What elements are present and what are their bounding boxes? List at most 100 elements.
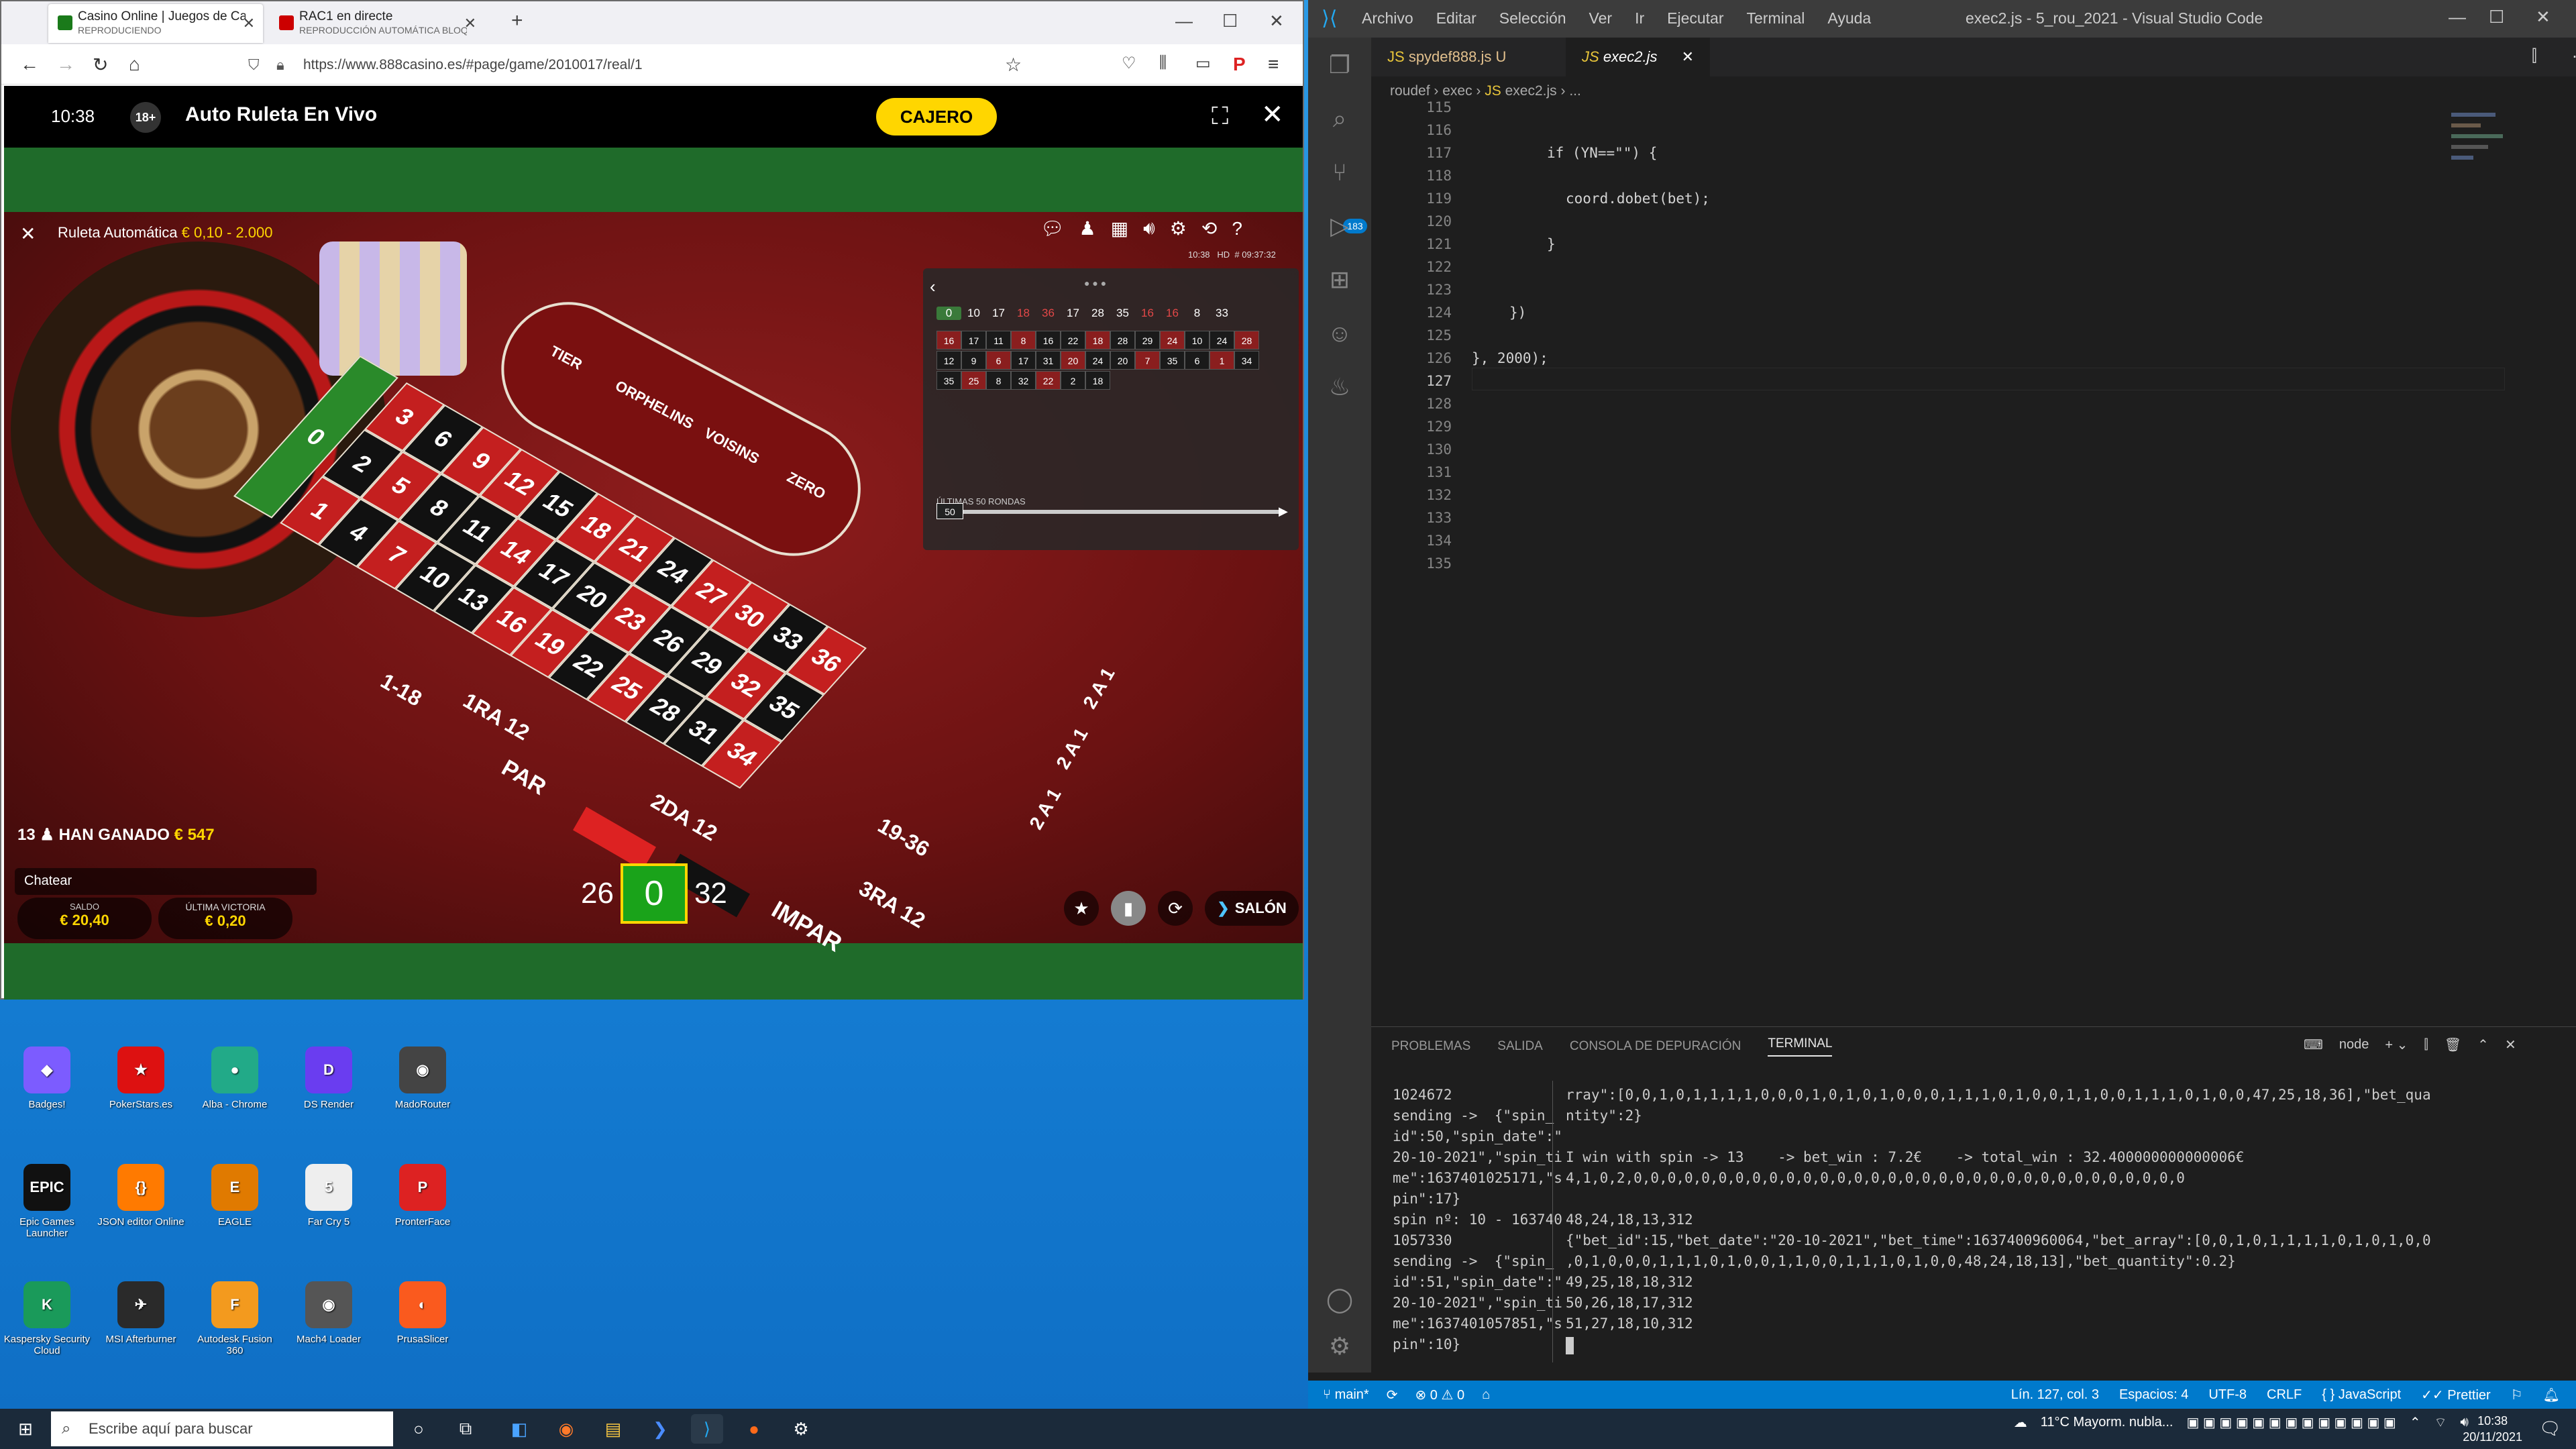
close-overlay-icon[interactable]: ✕ [20, 223, 36, 245]
desktop-icon[interactable]: P PronterFace [376, 1164, 470, 1228]
tab-spydef888[interactable]: JS spydef888.js U [1371, 38, 1522, 76]
stats-icon[interactable]: ▮ [1111, 891, 1146, 926]
menu-item[interactable]: Ayuda [1827, 9, 1871, 28]
file-explorer-icon[interactable]: ▤ [597, 1414, 629, 1444]
racetrack-zero[interactable]: ZERO [784, 468, 828, 503]
back-icon[interactable]: ← [20, 54, 39, 75]
menu-item[interactable]: Ir [1635, 9, 1644, 28]
help-icon[interactable]: ? [1232, 218, 1242, 239]
run-debug-icon[interactable]: ▷ [1324, 212, 1355, 243]
feedback-icon[interactable]: ⚐ [2511, 1387, 2523, 1403]
trash-icon[interactable]: 🗑︎ [2445, 1036, 2461, 1053]
menu-item[interactable]: Terminal [1747, 9, 1805, 28]
home-icon[interactable]: ⌂ [129, 54, 140, 75]
desktop-icon[interactable]: F Autodesk Fusion 360 [188, 1281, 282, 1356]
maximize-button[interactable]: ☐ [2489, 7, 2504, 28]
tray-apps-icon[interactable]: ▣ ▣ ▣ ▣ ▣ ▣ ▣ ▣ ▣ ▣ ▣ ▣ ▣ [2186, 1414, 2396, 1431]
chat-icon[interactable]: 💬︎ [1040, 217, 1065, 239]
problems-status[interactable]: ⊗ 0 ⚠ 0 [1415, 1387, 1464, 1403]
menu-item[interactable]: Selección [1499, 9, 1566, 28]
hidden-icons-icon[interactable]: ⌃ [2410, 1414, 2421, 1431]
desktop-icon[interactable]: ● Alba - Chrome [188, 1046, 282, 1110]
weather-icon[interactable]: ☁ [2014, 1414, 2027, 1431]
split-terminal-icon[interactable]: ⫿ [2424, 1037, 2428, 1053]
indent-setting[interactable]: Espacios: 4 [2119, 1387, 2188, 1403]
tab-casino[interactable]: Casino Online | Juegos de Casin REPRODUC… [48, 4, 263, 43]
notification-center-icon[interactable]: 🗨︎ [2539, 1418, 2561, 1439]
close-window-button[interactable]: ✕ [1269, 11, 1284, 32]
maximize-panel-icon[interactable]: ⌃ [2477, 1036, 2489, 1053]
url-field[interactable]: https://www.888casino.es/#page/game/2010… [243, 51, 1048, 79]
desktop-icon[interactable]: ◐ PrusaSlicer [376, 1281, 470, 1345]
menu-item[interactable]: Editar [1436, 9, 1477, 28]
repeat-bet-icon[interactable]: ⟳ [1158, 891, 1193, 926]
menu-item[interactable]: Archivo [1362, 9, 1413, 28]
close-tab-icon[interactable]: ✕ [1682, 48, 1694, 65]
tab-exec2[interactable]: JS exec2.js ✕ [1566, 38, 1711, 76]
minimap[interactable] [2445, 106, 2518, 307]
language-mode[interactable]: { } JavaScript [2322, 1387, 2401, 1403]
explorer-icon[interactable]: ❐ [1324, 51, 1355, 82]
maximize-button[interactable]: ☐ [1222, 11, 1238, 32]
network-icon[interactable]: ⌔ [2434, 1414, 2447, 1431]
taskbar-search[interactable]: Escribe aquí para buscar [51, 1411, 393, 1446]
prettier-status[interactable]: ✓✓ Prettier [2421, 1387, 2491, 1403]
minimize-button[interactable]: — [1175, 11, 1193, 32]
sync-icon[interactable]: ⟳ [1387, 1387, 1398, 1403]
panel-tab[interactable]: CONSOLA DE DEPURACIÓN [1570, 1039, 1741, 1054]
more-actions-icon[interactable]: ⋯ [2572, 47, 2576, 66]
library-icon[interactable]: ⫼ [1159, 54, 1167, 72]
minimize-button[interactable]: — [2449, 7, 2466, 28]
reload-icon[interactable]: ↻ [93, 54, 108, 76]
search-icon[interactable]: ⌕ [1324, 105, 1355, 136]
code-editor[interactable]: 115 116 117 if (YN=="") {118 119 coord.dobet(… [1371, 99, 2576, 1025]
menu-item[interactable]: Ejecutar [1667, 9, 1723, 28]
desktop-icon[interactable]: ◆ Badges! [0, 1046, 94, 1110]
split-editor-icon[interactable]: ⫿ [2532, 47, 2537, 66]
sidebar-icon[interactable]: ▭ [1195, 54, 1211, 73]
desktop-icon[interactable]: K Kaspersky Security Cloud [0, 1281, 94, 1356]
desktop-icon[interactable]: ◉ MadoRouter [376, 1046, 470, 1110]
source-control-icon[interactable]: ⑂ [1324, 158, 1355, 189]
desktop-icon[interactable]: EPIC Epic Games Launcher [0, 1164, 94, 1239]
desktop-icon[interactable]: 5 Far Cry 5 [282, 1164, 376, 1228]
desktop-icon[interactable]: D DS Render [282, 1046, 376, 1110]
chat-input[interactable]: Chatear [15, 868, 317, 895]
desktop-icon[interactable]: ◉ Mach4 Loader [282, 1281, 376, 1345]
tab-rac1[interactable]: RAC1 en directe REPRODUCCIÓN AUTOMÁTICA … [270, 4, 484, 43]
new-tab-button[interactable]: + [511, 9, 523, 32]
page-dots[interactable]: ● ● ● [1084, 278, 1106, 288]
task-view-icon[interactable]: ⧉ [449, 1414, 482, 1444]
close-panel-icon[interactable]: ✕ [2505, 1036, 2516, 1053]
menu-item[interactable]: Ver [1589, 9, 1613, 28]
crumb-exec[interactable]: exec [1442, 83, 1472, 99]
racetrack-tier[interactable]: TIER [547, 342, 585, 373]
shell-selector[interactable]: node [2339, 1037, 2369, 1053]
crumb-roudef[interactable]: roudef [1390, 83, 1430, 99]
history-back-icon[interactable]: ‹ [930, 276, 936, 297]
favorite-icon[interactable]: ★ [1064, 891, 1099, 926]
close-game-icon[interactable]: ✕ [1261, 99, 1284, 130]
terminal-output-right[interactable]: rray":[0,0,1,0,1,1,1,1,0,0,0,1,0,1,0,1,0… [1566, 1085, 2431, 1334]
firefox-icon[interactable]: ◉ [550, 1414, 582, 1444]
vscode-icon[interactable]: ⟩ [691, 1414, 723, 1444]
settings-icon[interactable]: ⚙ [785, 1414, 817, 1444]
cashier-button[interactable]: CAJERO [876, 98, 997, 136]
crumb-more[interactable]: ... [1569, 83, 1581, 99]
powershell-icon[interactable]: ❯ [644, 1414, 676, 1444]
panel-tab[interactable]: SALIDA [1497, 1039, 1543, 1054]
menu-icon[interactable]: ≡ [1268, 54, 1279, 75]
racetrack-voisins[interactable]: VOISINS [701, 424, 763, 468]
extension-icon[interactable]: P [1233, 54, 1246, 75]
racetrack-orphelins[interactable]: ORPHELINS [612, 377, 696, 433]
dealer-icon[interactable]: ♟ [1079, 217, 1096, 239]
panel-tab[interactable]: PROBLEMAS [1391, 1039, 1470, 1054]
history-icon[interactable]: ⟲ [1201, 217, 1217, 239]
cortana-icon[interactable]: ○ [402, 1414, 435, 1444]
terminal-output-left[interactable]: 1024672 sending -> {"spin_ id":50,"spin_… [1393, 1085, 1562, 1355]
rounds-slider[interactable] [936, 510, 1285, 514]
branch-status[interactable]: ⑂ main* [1323, 1387, 1369, 1403]
account-icon[interactable]: ◯ [1324, 1285, 1355, 1316]
settings-icon[interactable]: ⚙ [1170, 217, 1187, 239]
new-terminal-icon[interactable]: + ⌄ [2385, 1036, 2408, 1053]
